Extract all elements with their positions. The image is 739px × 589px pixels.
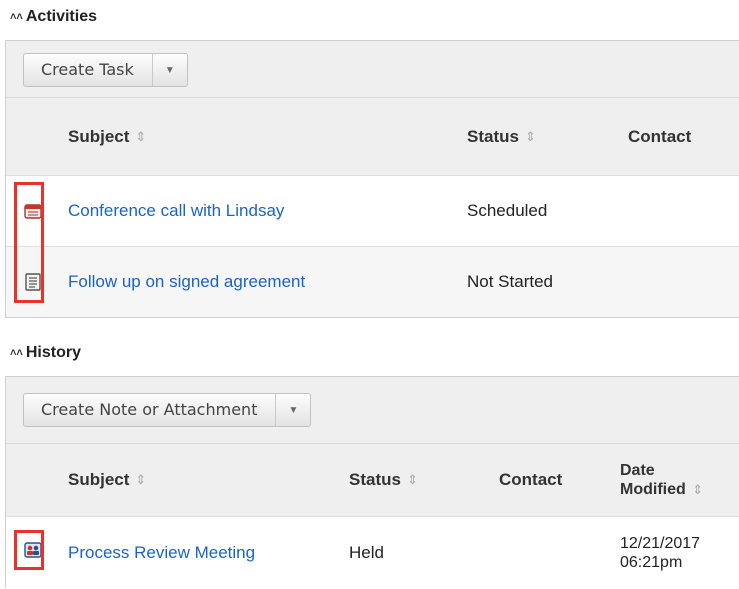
status-column-header[interactable]: Status ⇕ <box>467 98 536 175</box>
row-icon-highlight <box>14 530 44 570</box>
contact-header-label: Contact <box>628 126 692 146</box>
status-header-label: Status <box>349 470 401 489</box>
table-row: Follow up on signed agreement Not Starte… <box>6 247 739 317</box>
activities-panel: Create Task ▼ Subject ⇕ Status ⇕ Contact… <box>5 40 739 318</box>
subject-cell: Process Review Meeting <box>68 517 255 589</box>
subject-column-header[interactable]: Subject ⇕ <box>68 98 146 175</box>
subject-column-header[interactable]: Subject ⇕ <box>68 444 146 516</box>
subject-header-label: Subject <box>68 470 130 489</box>
activities-section-title[interactable]: ˄˄ Activities <box>10 8 97 26</box>
status-header-label: Status <box>467 126 519 146</box>
subject-header-label: Subject <box>68 126 130 146</box>
create-task-button[interactable]: Create Task <box>24 54 153 86</box>
modified-label: Modified <box>620 481 686 498</box>
subject-link[interactable]: Process Review Meeting <box>68 543 255 563</box>
collapse-chevron-icon[interactable]: ˄˄ <box>10 11 23 23</box>
status-column-header[interactable]: Status ⇕ <box>349 444 418 516</box>
status-cell: Scheduled <box>467 201 548 220</box>
activities-toolbar: Create Task ▼ <box>6 41 739 98</box>
history-panel: Create Note or Attachment ▼ Subject ⇕ St… <box>5 376 739 589</box>
create-task-dropdown-caret-icon[interactable]: ▼ <box>153 54 187 86</box>
history-section-title[interactable]: ˄˄ History <box>10 344 81 362</box>
date-header-line2: Modified ⇕ <box>620 480 703 499</box>
status-cell: Not Started <box>467 272 553 291</box>
sort-icon[interactable]: ⇕ <box>525 129 536 145</box>
date-modified-cell: 12/21/2017 06:21pm <box>620 517 700 589</box>
sort-icon[interactable]: ⇕ <box>407 472 418 488</box>
status-cell: Held <box>349 543 384 562</box>
time-value: 06:21pm <box>620 554 683 571</box>
subject-link[interactable]: Conference call with Lindsay <box>68 201 284 221</box>
contact-column-header: Contact <box>628 98 691 175</box>
create-note-dropdown-caret-icon[interactable]: ▼ <box>276 394 310 426</box>
create-note-button-group: Create Note or Attachment ▼ <box>23 393 312 427</box>
date-header-line1: Date <box>620 462 655 479</box>
activities-table-header: Subject ⇕ Status ⇕ Contact <box>6 98 739 176</box>
create-note-button[interactable]: Create Note or Attachment <box>24 394 277 426</box>
table-row: Process Review Meeting Held 12/21/2017 0… <box>6 517 739 589</box>
subject-link[interactable]: Follow up on signed agreement <box>68 272 305 292</box>
subject-cell: Follow up on signed agreement <box>68 247 305 317</box>
row-icon-highlight <box>14 182 44 303</box>
sort-icon[interactable]: ⇕ <box>692 482 703 497</box>
history-table-header: Subject ⇕ Status ⇕ Contact Date Modified… <box>6 444 739 517</box>
sort-icon[interactable]: ⇕ <box>135 472 146 488</box>
contact-column-header: Contact <box>499 444 562 516</box>
contact-header-label: Contact <box>499 470 563 489</box>
collapse-chevron-icon[interactable]: ˄˄ <box>10 347 23 359</box>
create-task-button-group: Create Task ▼ <box>23 53 188 87</box>
history-toolbar: Create Note or Attachment ▼ <box>6 377 739 444</box>
history-title: History <box>25 344 81 361</box>
sort-icon[interactable]: ⇕ <box>135 129 146 145</box>
activities-title: Activities <box>25 8 97 25</box>
table-row: Conference call with Lindsay Scheduled <box>6 176 739 247</box>
date-modified-column-header[interactable]: Date Modified ⇕ <box>620 444 703 516</box>
date-value: 12/21/2017 <box>620 535 701 552</box>
subject-cell: Conference call with Lindsay <box>68 176 284 246</box>
